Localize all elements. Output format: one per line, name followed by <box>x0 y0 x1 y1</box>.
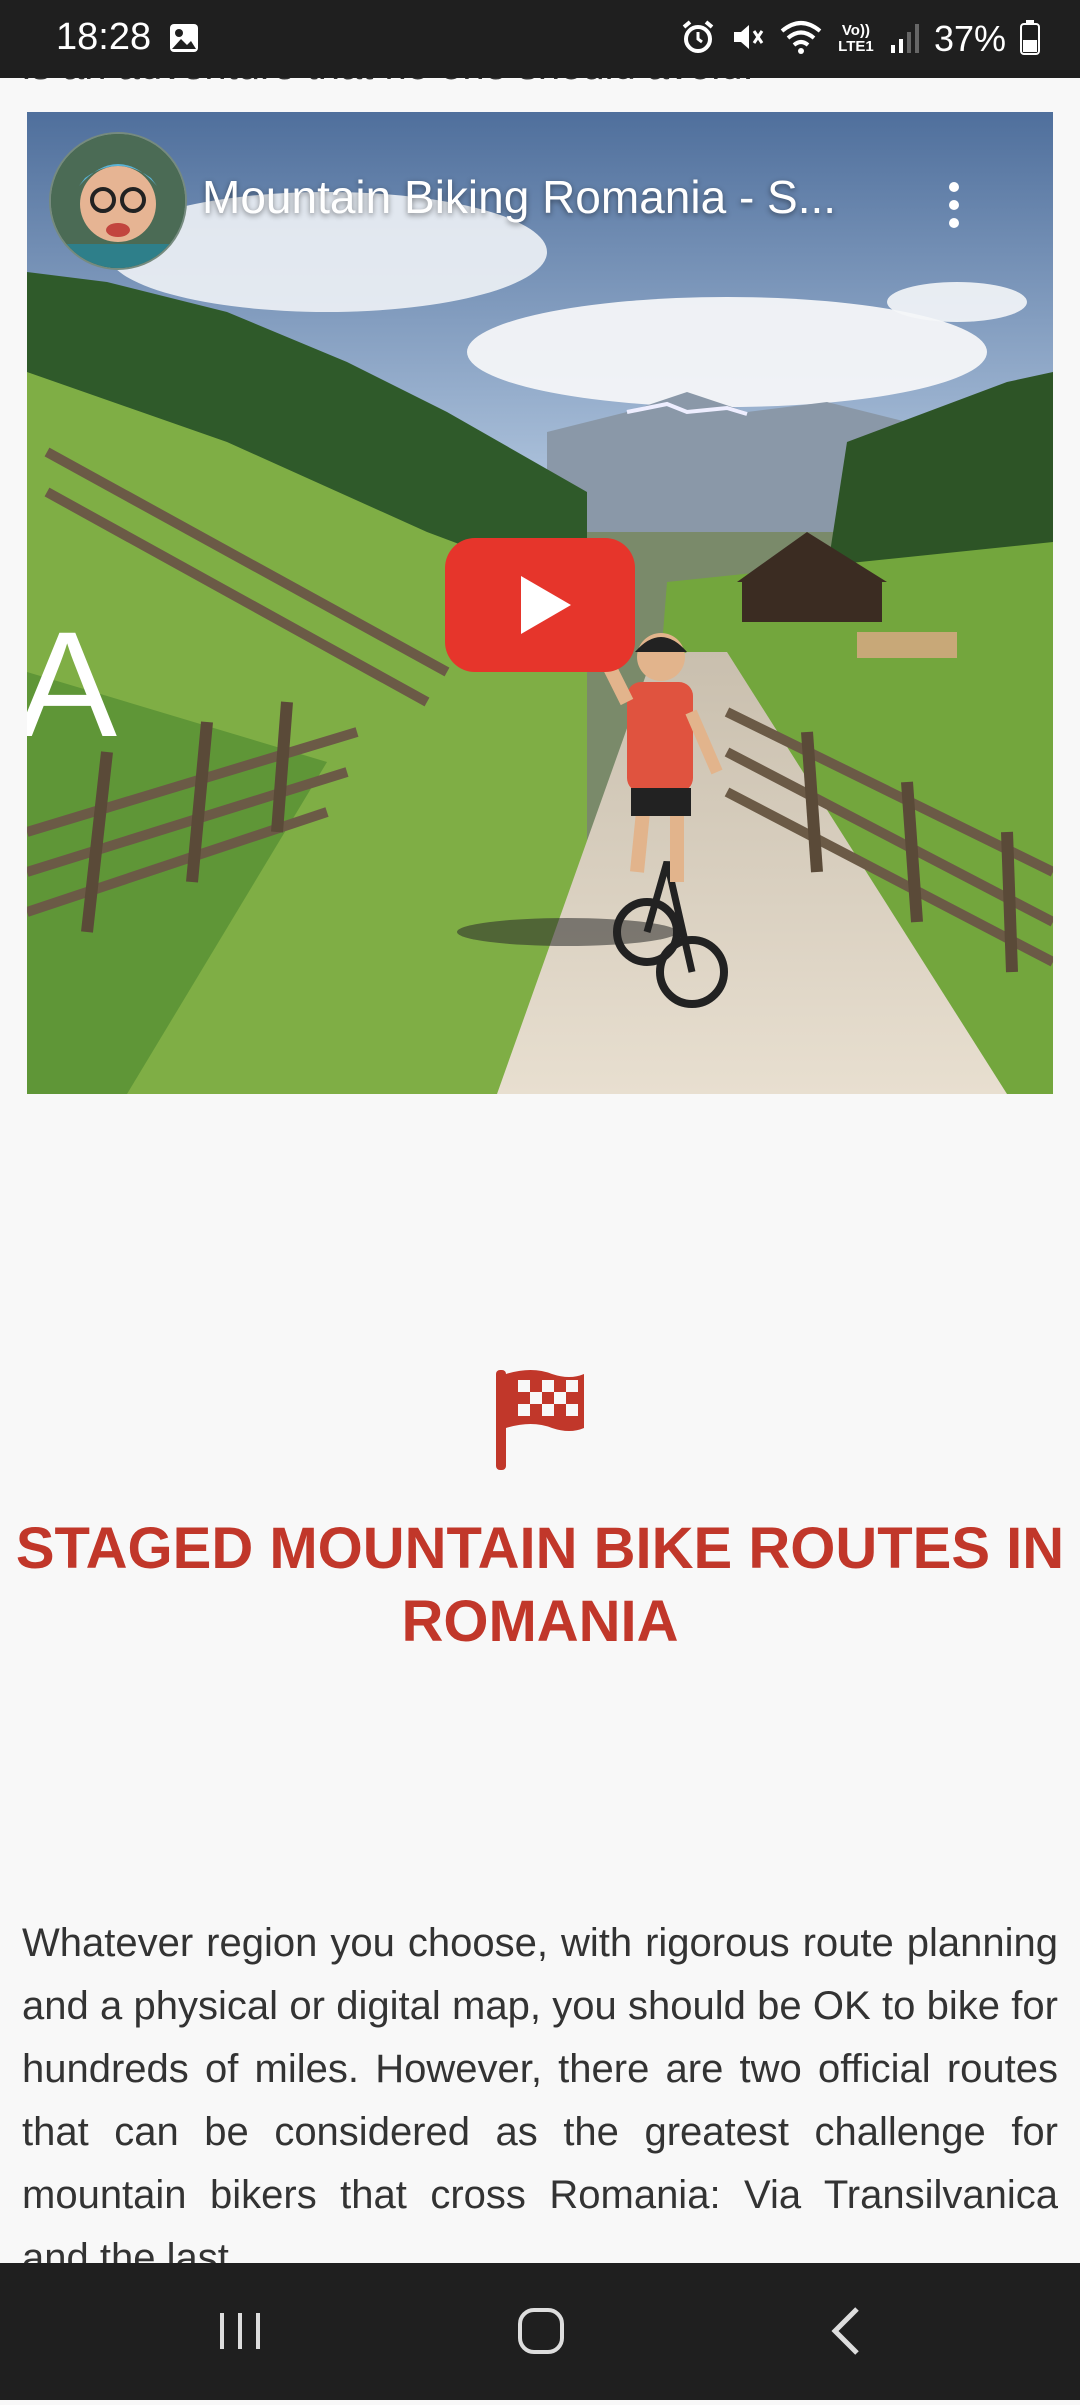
network-label: Vo)) LTE1 <box>838 22 874 55</box>
navigation-bar <box>0 2263 1080 2400</box>
battery-level: 37% <box>933 18 1006 59</box>
status-bar: 18:28 Vo)) LTE1 37% <box>0 0 1080 78</box>
wifi-icon <box>780 19 822 60</box>
mute-icon <box>730 19 766 60</box>
alarm-icon <box>680 19 716 60</box>
section-title: STAGED MOUNTAIN BIKE ROUTES IN ROMANIA <box>15 1516 1065 1654</box>
recents-icon[interactable] <box>150 2263 330 2400</box>
cut-off-text: is an adventure that no one should avoid… <box>22 78 754 89</box>
image-icon <box>168 22 200 59</box>
play-icon <box>521 576 571 634</box>
body-paragraph: Whatever region you choose, with rigorou… <box>22 1921 1058 2263</box>
back-icon[interactable] <box>755 2263 935 2400</box>
home-icon[interactable] <box>452 2263 632 2400</box>
battery-icon <box>1020 19 1040 60</box>
video-title[interactable]: Mountain Biking Romania - S... <box>202 170 836 224</box>
checkered-flag-icon <box>492 1366 588 1475</box>
web-page[interactable]: is an adventure that no one should avoid… <box>0 78 1080 2263</box>
overlay-letter: A <box>27 600 118 768</box>
more-options-icon[interactable] <box>945 182 963 232</box>
channel-avatar[interactable] <box>49 132 187 270</box>
video-player[interactable]: Mountain Biking Romania - S... A <box>27 112 1053 1094</box>
signal-icon <box>890 19 920 60</box>
status-time: 18:28 <box>56 16 152 58</box>
play-button[interactable] <box>445 538 635 672</box>
